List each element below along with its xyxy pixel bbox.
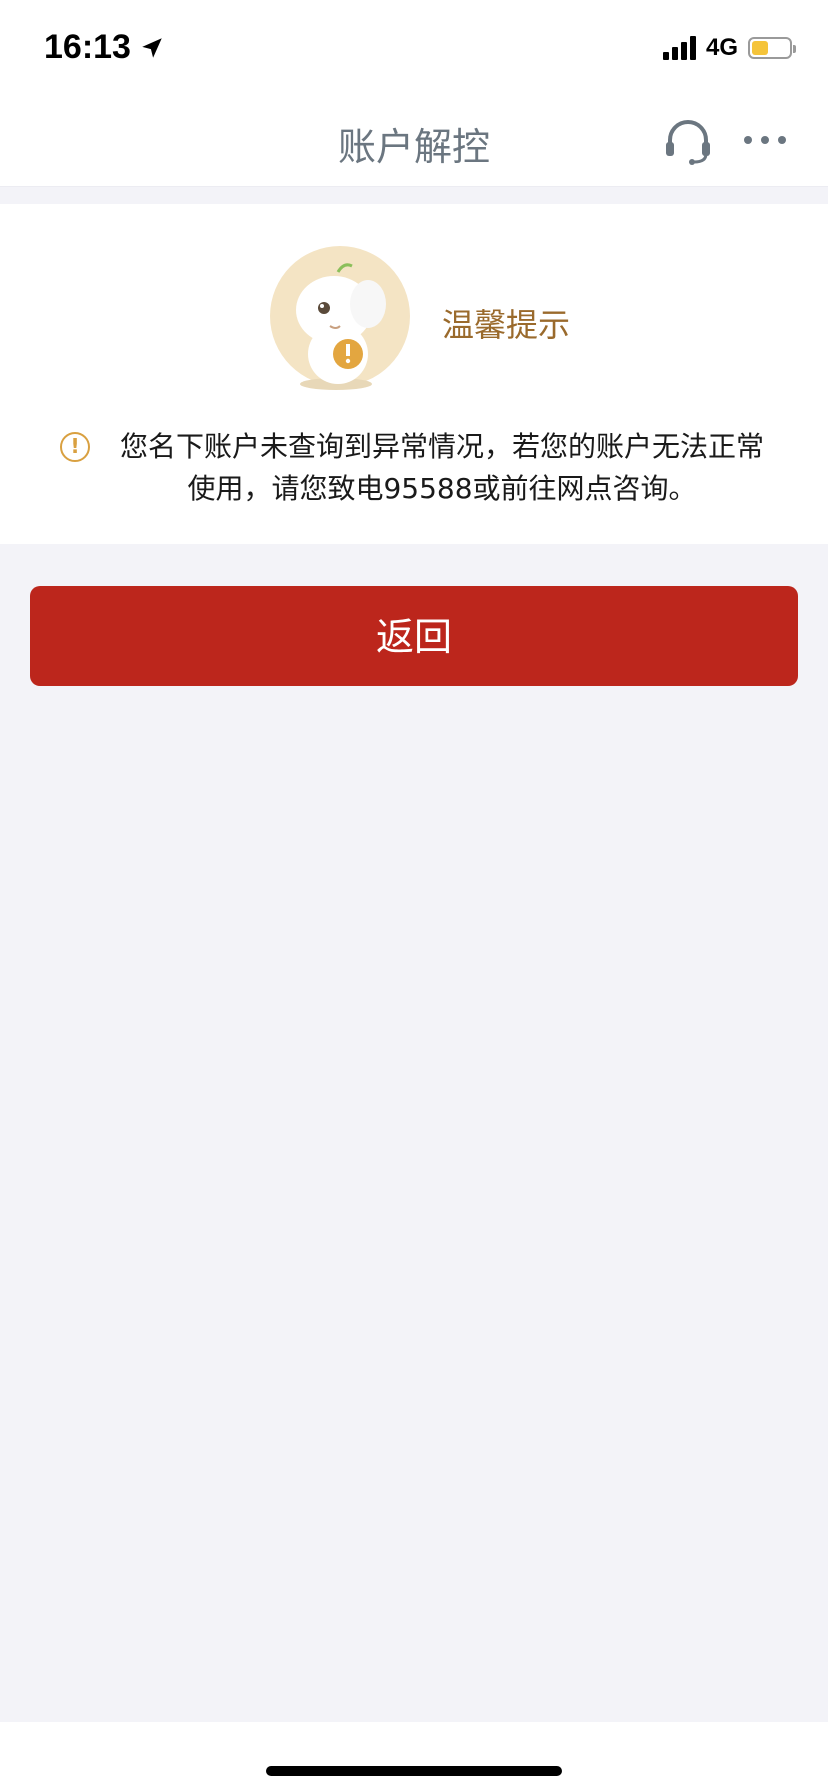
warning-icon: ! — [60, 432, 90, 462]
network-type: 4G — [705, 34, 738, 61]
notice-message: 您名下账户未查询到异常情况，若您的账户无法正常使用，请您致电95588或前往网点… — [119, 430, 764, 505]
home-indicator[interactable] — [266, 1766, 562, 1776]
battery-icon — [748, 37, 796, 59]
notice-row: ! 您名下账户未查询到异常情况，若您的账户无法正常使用，请您致电95588或前往… — [56, 426, 776, 510]
location-arrow-icon — [142, 37, 162, 58]
status-time: 16:13 — [44, 28, 165, 67]
battery-level — [752, 41, 769, 55]
status-indicators: 4G — [662, 34, 796, 62]
notice-heading: 温馨提示 — [442, 306, 571, 344]
status-time-label: 16:13 — [44, 28, 131, 66]
elephant-mascot-icon — [270, 246, 410, 390]
back-button[interactable]: 返回 — [30, 586, 798, 686]
notice-card: 温馨提示 ! 您名下账户未查询到异常情况，若您的账户无法正常使用，请您致电955… — [0, 204, 828, 544]
status-bar: 16:13 4G — [0, 0, 828, 96]
nav-bar: 账户解控 — [0, 96, 828, 187]
headset-icon[interactable] — [662, 116, 714, 168]
bottom-bar — [0, 1722, 828, 1792]
signal-icon — [662, 36, 696, 60]
more-icon[interactable] — [744, 136, 786, 144]
